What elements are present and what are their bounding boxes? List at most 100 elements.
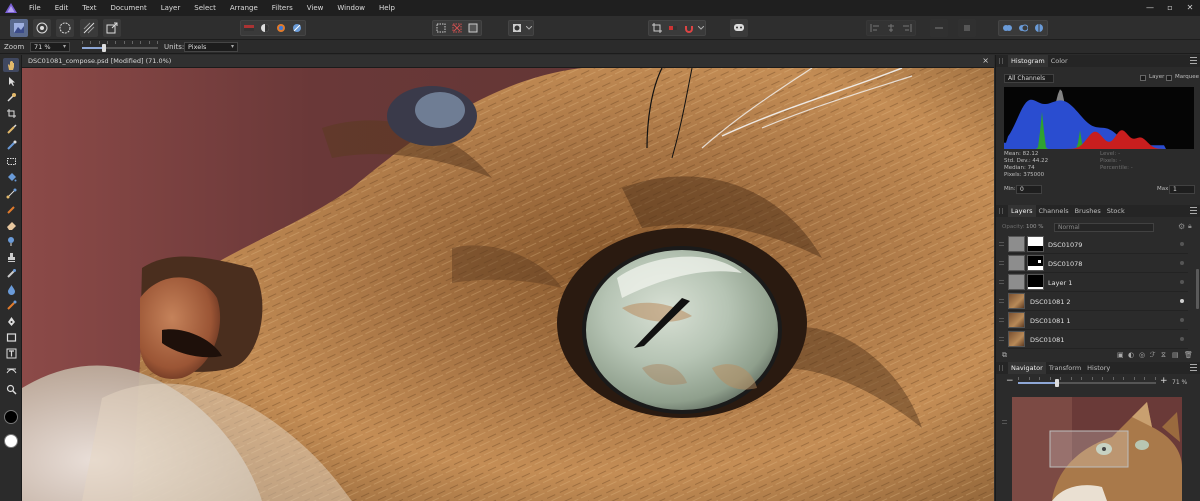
menu-select[interactable]: Select — [187, 0, 223, 16]
opacity-value[interactable]: 100 % — [1026, 224, 1043, 231]
tab-stock[interactable]: Stock — [1104, 205, 1128, 217]
text-tool[interactable] — [3, 346, 19, 360]
white-balance-icon[interactable] — [257, 21, 273, 35]
align-center-icon[interactable] — [883, 21, 899, 35]
smudge-tool[interactable] — [3, 266, 19, 280]
layer-row[interactable]: DSC01079 — [1008, 235, 1188, 254]
channel-dropdown[interactable]: All Channels — [1004, 74, 1054, 83]
menu-text[interactable]: Text — [75, 0, 103, 16]
navigator-zoom-slider[interactable] — [1018, 379, 1156, 387]
layer-drag-handle[interactable] — [999, 254, 1004, 273]
live-filter-icon[interactable]: ◎ — [1139, 351, 1145, 359]
menu-file[interactable]: File — [22, 0, 48, 16]
marquee-checkbox[interactable] — [1166, 75, 1172, 81]
tab-brushes[interactable]: Brushes — [1072, 205, 1104, 217]
crop-icon[interactable] — [649, 21, 665, 35]
layer-row[interactable]: DSC01081 2 — [1008, 292, 1188, 311]
zoom-tool[interactable] — [3, 382, 19, 396]
snapping-icon[interactable] — [681, 21, 697, 35]
layer-visibility-toggle[interactable] — [1180, 261, 1184, 265]
units-dropdown[interactable]: Pixels — [184, 41, 238, 52]
gear-icon[interactable]: ⚙ — [1178, 222, 1185, 231]
panel-menu-icon[interactable] — [1190, 57, 1197, 64]
levels-icon[interactable] — [241, 21, 257, 35]
panel-grip-icon[interactable] — [999, 58, 1003, 64]
menu-document[interactable]: Document — [103, 0, 153, 16]
hsl-icon[interactable] — [273, 21, 289, 35]
navigator-grip[interactable] — [999, 413, 1007, 453]
layer-visibility-toggle[interactable] — [1180, 318, 1184, 322]
layer-drag-handle[interactable] — [999, 311, 1004, 330]
tab-histogram[interactable]: Histogram — [1008, 55, 1048, 67]
delete-layer-icon[interactable]: 🗑︎ — [1184, 351, 1193, 359]
add-layer-icon[interactable]: ▤ — [1172, 351, 1179, 359]
gradient-tool[interactable] — [3, 186, 19, 200]
tab-history[interactable]: History — [1084, 362, 1113, 374]
select-all-icon[interactable] — [433, 21, 449, 35]
tab-layers[interactable]: Layers — [1008, 205, 1036, 217]
panel-grip-icon[interactable] — [999, 365, 1003, 371]
hand-tool[interactable] — [3, 58, 19, 72]
layer-drag-handle[interactable] — [999, 292, 1004, 311]
photo-persona-button[interactable] — [10, 19, 28, 37]
menu-help[interactable]: Help — [372, 0, 402, 16]
navigator-preview[interactable] — [1012, 397, 1182, 501]
layers-options-icon[interactable]: ⧉ — [1002, 351, 1007, 360]
paint-brush-tool[interactable] — [3, 122, 19, 136]
layer-checkbox[interactable] — [1140, 75, 1146, 81]
export-persona-button[interactable] — [103, 19, 121, 37]
menu-window[interactable]: Window — [330, 0, 372, 16]
add-selection-icon[interactable] — [999, 21, 1015, 35]
clone-tool[interactable] — [3, 250, 19, 264]
layer-visibility-toggle[interactable] — [1180, 299, 1184, 303]
insert-target-button[interactable] — [930, 19, 948, 37]
align-left-icon[interactable] — [867, 21, 883, 35]
navigator-zoom-slider-knob[interactable] — [1055, 379, 1060, 387]
flood-fill-tool[interactable] — [3, 170, 19, 184]
auto-contrast-icon[interactable] — [289, 21, 305, 35]
arrange-button[interactable] — [958, 19, 976, 37]
fx-icon[interactable]: ℱ — [1150, 351, 1156, 359]
blend-mode-dropdown[interactable]: Normal — [1054, 223, 1154, 232]
tab-color[interactable]: Color — [1048, 55, 1071, 67]
tab-transform[interactable]: Transform — [1046, 362, 1084, 374]
blur-tool[interactable] — [3, 282, 19, 296]
inpainting-tool[interactable] — [3, 298, 19, 312]
layer-row[interactable]: DSC01081 1 — [1008, 311, 1188, 330]
primary-color-swatch[interactable] — [4, 434, 18, 448]
lock-icon[interactable]: 🔒︎ — [1188, 222, 1192, 231]
layer-row[interactable]: Layer 1 — [1008, 273, 1188, 292]
panel-menu-icon[interactable] — [1190, 364, 1197, 371]
document-tab[interactable]: DSC01081_compose.psd [Modified] (71.0%) … — [22, 55, 994, 68]
zoom-slider-knob[interactable] — [101, 44, 106, 52]
close-window-icon[interactable]: ✕ — [1180, 0, 1200, 16]
close-document-icon[interactable]: × — [982, 56, 989, 65]
secondary-color-swatch[interactable] — [4, 410, 18, 424]
menu-layer[interactable]: Layer — [154, 0, 188, 16]
pen-tool[interactable] — [3, 314, 19, 328]
menu-view[interactable]: View — [300, 0, 331, 16]
layer-drag-handle[interactable] — [999, 330, 1004, 349]
panel-menu-icon[interactable] — [1190, 207, 1197, 214]
color-picker-tool[interactable] — [3, 90, 19, 104]
chevron-down-icon[interactable]: ▾ — [63, 43, 66, 50]
align-right-icon[interactable] — [899, 21, 915, 35]
dodge-tool[interactable] — [3, 234, 19, 248]
menu-edit[interactable]: Edit — [48, 0, 76, 16]
quick-mask-icon[interactable] — [509, 21, 525, 35]
menu-arrange[interactable]: Arrange — [223, 0, 265, 16]
selection-brush-tool[interactable] — [3, 138, 19, 152]
mask-layer-icon[interactable]: ▣ — [1117, 351, 1124, 359]
zoom-slider[interactable] — [82, 44, 158, 52]
minimize-icon[interactable]: — — [1140, 0, 1160, 16]
panel-grip-icon[interactable] — [999, 208, 1003, 214]
layer-visibility-toggle[interactable] — [1180, 337, 1184, 341]
layers-scrollbar[interactable] — [1196, 269, 1199, 309]
layer-row[interactable]: DSC01078 — [1008, 254, 1188, 273]
navigator-view-rect[interactable] — [1049, 430, 1129, 468]
adjustment-layer-icon[interactable]: ◐ — [1128, 351, 1134, 359]
zoom-in-icon[interactable]: + — [1160, 377, 1168, 386]
shape-tool[interactable] — [3, 330, 19, 344]
zoom-out-icon[interactable]: − — [1006, 377, 1014, 386]
maximize-icon[interactable]: ▫ — [1160, 0, 1180, 16]
